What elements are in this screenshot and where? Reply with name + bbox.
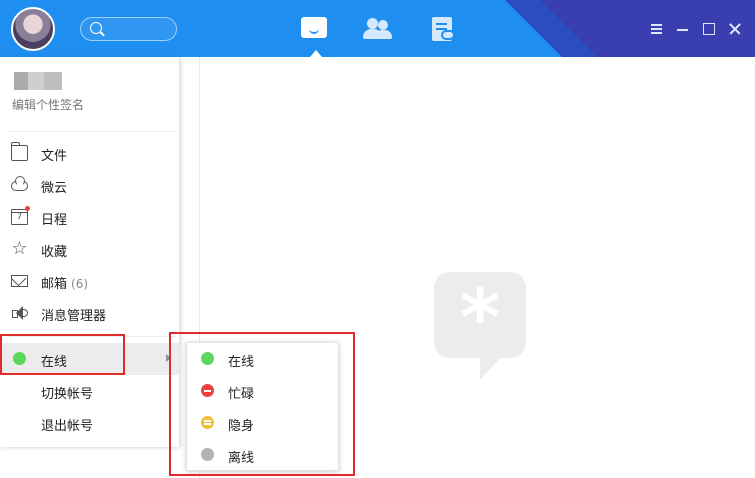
active-tab-indicator	[310, 50, 322, 57]
menu-item-label: 消息管理器	[41, 309, 107, 324]
avatar[interactable]	[11, 7, 55, 51]
minimize-icon[interactable]	[675, 21, 691, 37]
highlight-box-status	[0, 334, 125, 375]
close-icon[interactable]	[727, 21, 743, 37]
tab-messages[interactable]	[299, 16, 329, 57]
app-logo-watermark: *	[434, 272, 526, 382]
menu-item-label: 收藏	[41, 245, 68, 260]
mail-count: (6)	[71, 277, 89, 291]
menu-item-label: 切换帐号	[41, 387, 94, 402]
menu-item-schedule[interactable]: 7 日程	[0, 201, 179, 233]
menu-item-mail[interactable]: 邮箱 (6)	[0, 265, 179, 297]
menu-item-favorites[interactable]: ☆ 收藏	[0, 233, 179, 265]
message-icon	[301, 17, 327, 38]
menu-item-label: 邮箱	[41, 277, 68, 292]
highlight-box-submenu	[169, 332, 355, 476]
menu-item-weiyun[interactable]: 微云	[0, 169, 179, 201]
tab-docs[interactable]	[429, 16, 459, 42]
menu-item-label: 日程	[41, 213, 68, 228]
title-bar	[0, 0, 755, 57]
menu-divider	[8, 131, 176, 132]
menu-item-logout[interactable]: 退出帐号	[0, 407, 179, 439]
menu-item-label: 文件	[41, 149, 68, 164]
folder-icon	[11, 142, 28, 161]
cloud-icon	[11, 176, 28, 191]
menu-item-label: 退出帐号	[41, 419, 94, 434]
star-icon: ☆	[11, 238, 28, 259]
calendar-icon: 7	[11, 206, 30, 225]
search-icon	[90, 22, 102, 34]
signature-edit[interactable]: 编辑个性签名	[12, 96, 84, 113]
search-input[interactable]	[80, 17, 177, 41]
speaker-icon	[11, 305, 28, 321]
menu-icon[interactable]	[649, 21, 665, 37]
main-menu: 编辑个性签名 文件 微云 7 日程 ☆ 收藏 邮箱 (6) 消息管理器 在线 切换…	[0, 57, 180, 447]
menu-item-message-manager[interactable]: 消息管理器	[0, 297, 179, 329]
menu-item-label: 微云	[41, 181, 68, 196]
notification-dot	[25, 206, 30, 211]
maximize-icon[interactable]	[701, 21, 717, 37]
mail-icon	[11, 275, 28, 287]
menu-item-files[interactable]: 文件	[0, 137, 179, 169]
menu-item-switch-account[interactable]: 切换帐号	[0, 375, 179, 407]
tab-contacts[interactable]	[363, 16, 393, 42]
profile-name-redacted	[14, 72, 62, 90]
